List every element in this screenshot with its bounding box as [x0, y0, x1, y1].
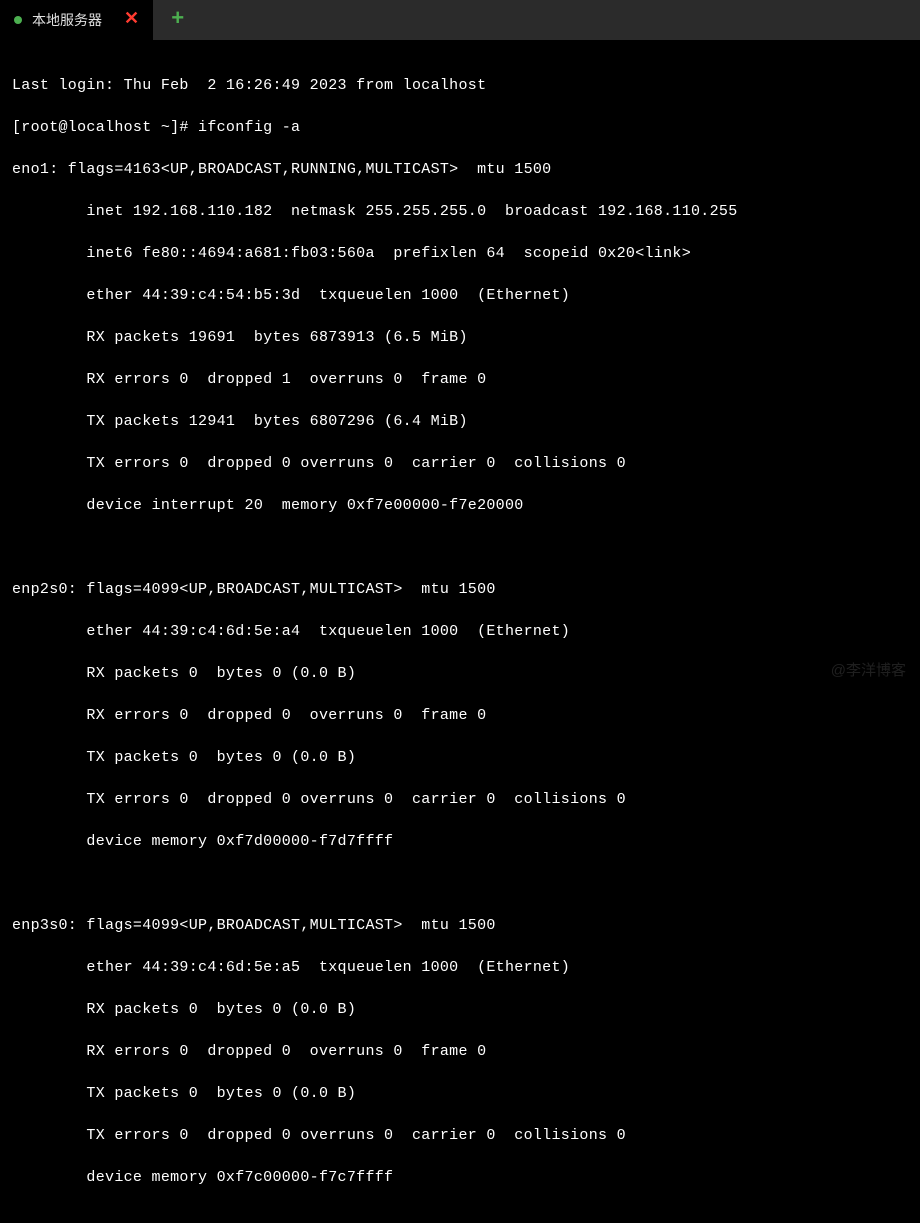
iface-eno1-rx-packets: RX packets 19691 bytes 6873913 (6.5 MiB) [12, 327, 908, 348]
iface-enp3s0-rx-errors: RX errors 0 dropped 0 overruns 0 frame 0 [12, 1041, 908, 1062]
tab-status-dot-icon [14, 16, 22, 24]
new-tab-button[interactable]: + [171, 9, 184, 31]
iface-eno1-tx-errors: TX errors 0 dropped 0 overruns 0 carrier… [12, 453, 908, 474]
iface-enp2s0-ether: ether 44:39:c4:6d:5e:a4 txqueuelen 1000 … [12, 621, 908, 642]
iface-eno1-tx-packets: TX packets 12941 bytes 6807296 (6.4 MiB) [12, 411, 908, 432]
blank-line [12, 873, 908, 894]
iface-eno1-header: eno1: flags=4163<UP,BROADCAST,RUNNING,MU… [12, 159, 908, 180]
new-tab-area: + [153, 0, 184, 40]
close-icon[interactable]: ✕ [124, 11, 139, 29]
iface-enp3s0-header: enp3s0: flags=4099<UP,BROADCAST,MULTICAS… [12, 915, 908, 936]
iface-enp2s0-header: enp2s0: flags=4099<UP,BROADCAST,MULTICAS… [12, 579, 908, 600]
iface-eno1-rx-errors: RX errors 0 dropped 1 overruns 0 frame 0 [12, 369, 908, 390]
watermark: @李洋博客 [831, 659, 906, 680]
iface-enp3s0-rx-packets: RX packets 0 bytes 0 (0.0 B) [12, 999, 908, 1020]
iface-eno1-device: device interrupt 20 memory 0xf7e00000-f7… [12, 495, 908, 516]
iface-enp2s0-device: device memory 0xf7d00000-f7d7ffff [12, 831, 908, 852]
iface-enp3s0-device: device memory 0xf7c00000-f7c7ffff [12, 1167, 908, 1188]
iface-enp3s0-tx-packets: TX packets 0 bytes 0 (0.0 B) [12, 1083, 908, 1104]
iface-eno1-ether: ether 44:39:c4:54:b5:3d txqueuelen 1000 … [12, 285, 908, 306]
iface-enp2s0-rx-packets: RX packets 0 bytes 0 (0.0 B) [12, 663, 908, 684]
iface-enp2s0-tx-errors: TX errors 0 dropped 0 overruns 0 carrier… [12, 789, 908, 810]
iface-enp3s0-ether: ether 44:39:c4:6d:5e:a5 txqueuelen 1000 … [12, 957, 908, 978]
iface-eno1-inet6: inet6 fe80::4694:a681:fb03:560a prefixle… [12, 243, 908, 264]
iface-eno1-inet: inet 192.168.110.182 netmask 255.255.255… [12, 201, 908, 222]
terminal-output[interactable]: Last login: Thu Feb 2 16:26:49 2023 from… [0, 40, 920, 1223]
tab-local-server[interactable]: 本地服务器 ✕ [0, 0, 153, 40]
prompt-line: [root@localhost ~]# ifconfig -a [12, 117, 908, 138]
tab-title: 本地服务器 [32, 10, 102, 30]
tab-bar: 本地服务器 ✕ + [0, 0, 920, 40]
blank-line [12, 537, 908, 558]
iface-enp3s0-tx-errors: TX errors 0 dropped 0 overruns 0 carrier… [12, 1125, 908, 1146]
last-login-line: Last login: Thu Feb 2 16:26:49 2023 from… [12, 75, 908, 96]
iface-enp2s0-tx-packets: TX packets 0 bytes 0 (0.0 B) [12, 747, 908, 768]
iface-enp2s0-rx-errors: RX errors 0 dropped 0 overruns 0 frame 0 [12, 705, 908, 726]
